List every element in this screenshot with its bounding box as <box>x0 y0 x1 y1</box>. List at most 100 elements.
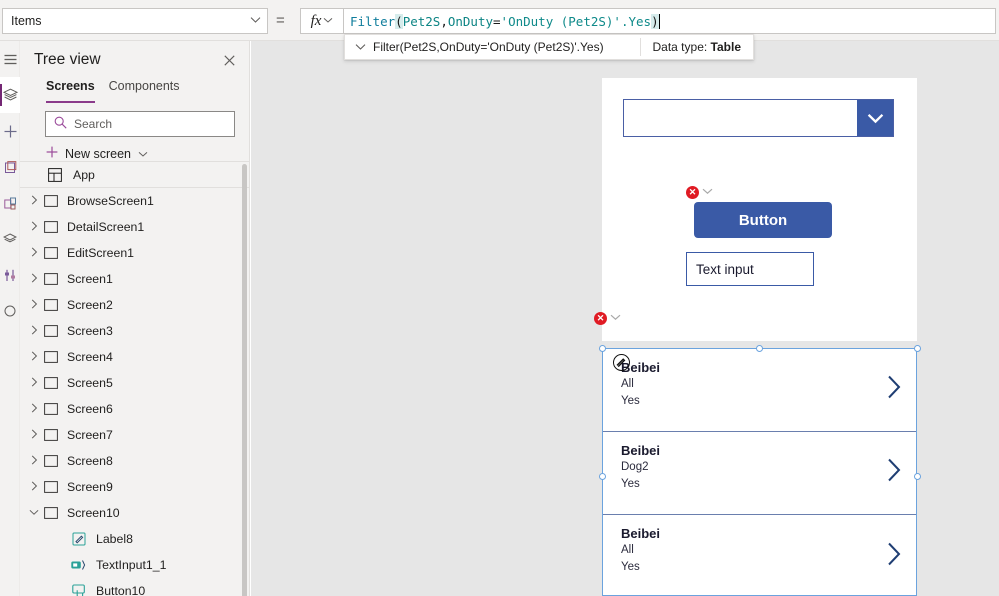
chevron-right-icon[interactable] <box>887 541 902 572</box>
plus-icon <box>46 146 58 161</box>
gallery-item[interactable]: Beibei Dog2 Yes <box>603 432 916 515</box>
tree-item-screen[interactable]: Screen4 <box>20 344 250 370</box>
resize-handle-middle-right[interactable] <box>914 473 921 480</box>
media-icon[interactable] <box>0 185 20 221</box>
tree-item-screen[interactable]: Screen1 <box>20 266 250 292</box>
chevron-right-icon[interactable] <box>26 351 42 364</box>
chevron-down-icon <box>250 16 261 27</box>
tree-item-label: App <box>73 167 95 182</box>
formula-input[interactable]: Filter(Pet2S, OnDuty = 'OnDuty (Pet2S)' .Yes… <box>344 8 996 34</box>
canvas-button[interactable]: Button <box>694 202 832 238</box>
chevron-right-icon[interactable] <box>26 429 42 442</box>
error-badge-textinput[interactable]: ✕ <box>594 312 621 325</box>
dropdown-control[interactable] <box>623 99 894 137</box>
canvas-text-input[interactable]: Text input <box>686 252 814 286</box>
tree-item-control[interactable]: TextInput1_1 <box>20 552 250 578</box>
variables-icon[interactable] <box>0 257 20 293</box>
chevron-right-icon[interactable] <box>887 458 902 489</box>
search-input[interactable]: Search <box>45 111 235 137</box>
chevron-right-icon[interactable] <box>26 455 42 468</box>
screen-canvas[interactable]: ✕ Button Text input <box>602 78 917 341</box>
resize-handle-top-right[interactable] <box>914 345 921 352</box>
tree-item-label: Screen2 <box>67 298 113 312</box>
intellisense-signature-row[interactable]: Filter(Pet2S,OnDuty='OnDuty (Pet2S)'.Yes… <box>345 40 640 54</box>
chevron-right-icon[interactable] <box>887 375 902 406</box>
tree-item-control[interactable]: Label8 <box>20 526 250 552</box>
themes-icon[interactable] <box>0 221 20 257</box>
chevron-down-icon[interactable] <box>857 100 893 136</box>
hamburger-menu-icon[interactable] <box>0 41 20 77</box>
chevron-right-icon[interactable] <box>26 273 42 286</box>
tab-components[interactable]: Components <box>109 79 180 103</box>
screen-icon <box>42 507 60 519</box>
tree-item-screen[interactable]: Screen6 <box>20 396 250 422</box>
tree-item-label: BrowseScreen1 <box>67 194 154 208</box>
formula-token-function: Filter <box>350 13 396 29</box>
chevron-right-icon[interactable] <box>26 195 42 208</box>
property-selector[interactable]: Items <box>2 8 268 34</box>
tree-item-screen[interactable]: Screen9 <box>20 474 250 500</box>
chevron-right-icon[interactable] <box>26 299 42 312</box>
tree-item-label: DetailScreen1 <box>67 220 145 234</box>
tree-screens-host: BrowseScreen1 DetailScreen1 EditScreen1 Scr… <box>20 188 250 596</box>
gallery-item[interactable]: Beibei All Yes <box>603 515 916 596</box>
close-icon[interactable] <box>219 50 239 70</box>
insert-icon[interactable] <box>0 113 20 149</box>
tree-view-icon[interactable] <box>0 77 20 113</box>
canvas-area[interactable]: ✕ Button Text input ✕ Beibei All Yes Beibei… <box>251 41 999 596</box>
chevron-down-icon[interactable] <box>138 147 148 161</box>
intellisense-panel[interactable]: Filter(Pet2S,OnDuty='OnDuty (Pet2S)'.Yes… <box>344 34 754 60</box>
tree-item-screen[interactable]: Screen5 <box>20 370 250 396</box>
edit-pencil-icon[interactable] <box>613 354 630 371</box>
resize-handle-top-left[interactable] <box>599 345 606 352</box>
chevron-right-icon[interactable] <box>26 377 42 390</box>
resize-handle-top-center[interactable] <box>756 345 763 352</box>
chevron-right-icon[interactable] <box>26 481 42 494</box>
fx-icon: fx <box>310 12 322 29</box>
advanced-tools-icon[interactable] <box>0 293 20 329</box>
chevron-right-icon[interactable] <box>26 325 42 338</box>
tree-item-screen[interactable]: DetailScreen1 <box>20 214 250 240</box>
tree-item-app[interactable]: App <box>20 162 250 188</box>
gallery-item-title: Beibei <box>621 443 661 458</box>
data-icon[interactable] <box>0 149 20 185</box>
label-icon <box>70 532 88 546</box>
tree-item-screen[interactable]: Screen10 <box>20 500 250 526</box>
formula-token-member: .Yes <box>620 13 652 29</box>
tree-item-screen[interactable]: Screen7 <box>20 422 250 448</box>
screen-icon <box>42 403 60 415</box>
chevron-down-icon[interactable] <box>610 313 621 324</box>
chevron-right-icon[interactable] <box>26 403 42 416</box>
canvas-text-input-value: Text input <box>696 261 754 277</box>
tree-item-screen[interactable]: Screen3 <box>20 318 250 344</box>
tree-item-control[interactable]: Button10 <box>20 578 250 596</box>
tree-item-label: Screen4 <box>67 350 113 364</box>
tree-item-screen[interactable]: Screen8 <box>20 448 250 474</box>
tree-view-title: Tree view <box>34 51 101 68</box>
tree-view-list[interactable]: App BrowseScreen1 DetailScreen1 EditScreen… <box>20 161 250 596</box>
fx-button[interactable]: fx <box>300 8 344 34</box>
tree-item-label: TextInput1_1 <box>96 558 167 572</box>
chevron-right-icon[interactable] <box>26 221 42 234</box>
tab-screens[interactable]: Screens <box>46 79 95 103</box>
gallery-control[interactable]: Beibei All Yes Beibei Dog2 Yes Beibei All Yes <box>602 348 917 596</box>
tree-item-screen[interactable]: EditScreen1 <box>20 240 250 266</box>
chevron-down-icon[interactable] <box>26 508 42 519</box>
tree-item-label: Screen9 <box>67 480 113 494</box>
resize-handle-middle-left[interactable] <box>599 473 606 480</box>
tree-item-screen[interactable]: Screen2 <box>20 292 250 318</box>
tree-item-label: Screen1 <box>67 272 113 286</box>
tree-item-label: EditScreen1 <box>67 246 134 260</box>
chevron-down-icon[interactable] <box>702 187 713 198</box>
chevron-right-icon[interactable] <box>26 247 42 260</box>
error-badge-button[interactable]: ✕ <box>686 186 713 199</box>
gallery-item-subtitle: Dog2 <box>621 461 649 473</box>
app-icon <box>46 167 64 182</box>
tree-scrollbar[interactable] <box>242 164 247 596</box>
tree-item-screen[interactable]: BrowseScreen1 <box>20 188 250 214</box>
new-screen-label: New screen <box>65 146 131 161</box>
formula-token-close-paren: ) <box>651 13 659 29</box>
tree-item-label: Screen5 <box>67 376 113 390</box>
gallery-item[interactable]: Beibei All Yes <box>603 349 916 432</box>
chevron-down-icon[interactable] <box>355 40 366 54</box>
